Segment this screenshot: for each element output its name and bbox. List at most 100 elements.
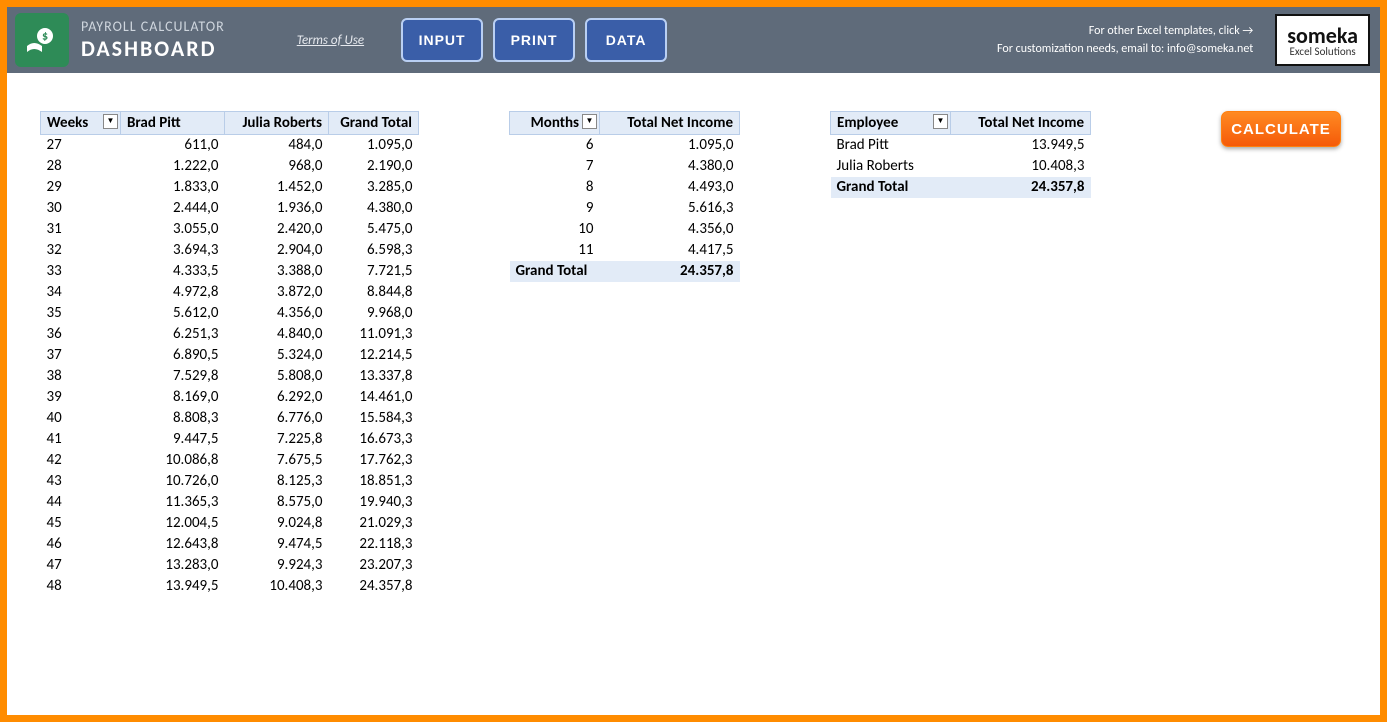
week-cell: 31 <box>41 219 121 240</box>
value-cell: 1.095,0 <box>600 135 740 156</box>
gt-cell: 7.721,5 <box>329 261 419 282</box>
months-header[interactable]: Months ▼ <box>510 112 600 135</box>
gt-cell: 18.851,3 <box>329 471 419 492</box>
weeks-header[interactable]: Weeks ▼ <box>41 112 121 135</box>
julia-cell: 3.388,0 <box>225 261 329 282</box>
header-bar: $ PAYROLL CALCULATOR DASHBOARD Terms of … <box>7 7 1380 73</box>
week-cell: 29 <box>41 177 121 198</box>
month-cell: 9 <box>510 198 600 219</box>
input-button[interactable]: INPUT <box>401 18 483 62</box>
month-cell: 11 <box>510 240 600 261</box>
weeks-table: Weeks ▼ Brad Pitt Julia Roberts Grand To… <box>40 111 419 597</box>
emp-tni-header[interactable]: Total Net Income <box>951 112 1091 135</box>
month-cell: 7 <box>510 156 600 177</box>
julia-cell: 2.904,0 <box>225 240 329 261</box>
weeks-header-label: Weeks <box>47 114 88 132</box>
table-row: 4310.726,08.125,318.851,3 <box>41 471 419 492</box>
week-cell: 41 <box>41 429 121 450</box>
print-button[interactable]: PRINT <box>493 18 575 62</box>
julia-cell: 8.575,0 <box>225 492 329 513</box>
julia-header[interactable]: Julia Roberts <box>225 112 329 135</box>
weeks-column: Weeks ▼ Brad Pitt Julia Roberts Grand To… <box>40 111 419 597</box>
app-subtitle: DASHBOARD <box>81 35 225 62</box>
table-row: 27611,0484,01.095,0 <box>41 135 419 156</box>
table-row: 4512.004,59.024,821.029,3 <box>41 513 419 534</box>
brad-cell: 11.365,3 <box>121 492 225 513</box>
brad-cell: 9.447,5 <box>121 429 225 450</box>
julia-cell: 2.420,0 <box>225 219 329 240</box>
gt-cell: 14.461,0 <box>329 387 419 408</box>
value-cell: 4.493,0 <box>600 177 740 198</box>
gt-cell: 24.357,8 <box>329 576 419 597</box>
brad-cell: 4.972,8 <box>121 282 225 303</box>
table-row: 291.833,01.452,03.285,0 <box>41 177 419 198</box>
promo-text: For other Excel templates, click → For c… <box>997 22 1253 58</box>
brand-logo: someka Excel Solutions <box>1275 14 1370 66</box>
week-cell: 43 <box>41 471 121 492</box>
filter-icon[interactable]: ▼ <box>582 114 597 129</box>
terms-link[interactable]: Terms of Use <box>297 33 364 48</box>
total-value: 24.357,8 <box>600 261 740 282</box>
julia-cell: 3.872,0 <box>225 282 329 303</box>
week-cell: 44 <box>41 492 121 513</box>
week-cell: 45 <box>41 513 121 534</box>
week-cell: 38 <box>41 366 121 387</box>
value-cell: 4.417,5 <box>600 240 740 261</box>
table-row: Brad Pitt13.949,5 <box>831 135 1091 156</box>
table-row: 334.333,53.388,07.721,5 <box>41 261 419 282</box>
table-row: 302.444,01.936,04.380,0 <box>41 198 419 219</box>
brad-header[interactable]: Brad Pitt <box>121 112 225 135</box>
julia-cell: 7.675,5 <box>225 450 329 471</box>
table-row: 4612.643,89.474,522.118,3 <box>41 534 419 555</box>
week-cell: 27 <box>41 135 121 156</box>
julia-cell: 6.292,0 <box>225 387 329 408</box>
employee-table: Employee ▼ Total Net Income Brad Pitt13.… <box>830 111 1091 198</box>
julia-cell: 4.356,0 <box>225 303 329 324</box>
employee-column: Employee ▼ Total Net Income Brad Pitt13.… <box>830 111 1091 597</box>
grand-total-row: Grand Total24.357,8 <box>831 177 1091 198</box>
brad-cell: 10.726,0 <box>121 471 225 492</box>
filter-icon[interactable]: ▼ <box>103 114 118 129</box>
brad-cell: 6.251,3 <box>121 324 225 345</box>
gt-cell: 8.844,8 <box>329 282 419 303</box>
promo-line1: For other Excel templates, click → <box>997 22 1253 40</box>
brand-tagline: Excel Solutions <box>1290 45 1356 58</box>
table-row: 323.694,32.904,06.598,3 <box>41 240 419 261</box>
value-cell: 10.408,3 <box>951 156 1091 177</box>
brad-cell: 12.004,5 <box>121 513 225 534</box>
brad-cell: 2.444,0 <box>121 198 225 219</box>
gt-cell: 23.207,3 <box>329 555 419 576</box>
grandtotal-header[interactable]: Grand Total <box>329 112 419 135</box>
brad-cell: 10.086,8 <box>121 450 225 471</box>
brad-cell: 13.283,0 <box>121 555 225 576</box>
table-row: 61.095,0 <box>510 135 740 156</box>
grand-total-row: Grand Total24.357,8 <box>510 261 740 282</box>
value-cell: 13.949,5 <box>951 135 1091 156</box>
months-header-label: Months <box>531 114 579 132</box>
brad-cell: 13.949,5 <box>121 576 225 597</box>
employee-header[interactable]: Employee ▼ <box>831 112 951 135</box>
brad-cell: 1.833,0 <box>121 177 225 198</box>
brad-cell: 5.612,0 <box>121 303 225 324</box>
gt-cell: 19.940,3 <box>329 492 419 513</box>
filter-icon[interactable]: ▼ <box>933 114 948 129</box>
calculate-button[interactable]: CALCULATE <box>1221 111 1341 147</box>
svg-text:$: $ <box>42 30 48 44</box>
data-button[interactable]: DATA <box>585 18 667 62</box>
gt-cell: 1.095,0 <box>329 135 419 156</box>
value-cell: 5.616,3 <box>600 198 740 219</box>
julia-cell: 968,0 <box>225 156 329 177</box>
employee-cell: Julia Roberts <box>831 156 951 177</box>
employee-cell: Brad Pitt <box>831 135 951 156</box>
julia-cell: 4.840,0 <box>225 324 329 345</box>
title-block: PAYROLL CALCULATOR DASHBOARD <box>81 18 225 62</box>
julia-cell: 5.808,0 <box>225 366 329 387</box>
months-table: Months ▼ Total Net Income 61.095,074.380… <box>509 111 740 282</box>
table-row: 281.222,0968,02.190,0 <box>41 156 419 177</box>
table-row: 387.529,85.808,013.337,8 <box>41 366 419 387</box>
app-logo-icon: $ <box>15 13 69 67</box>
tni-header[interactable]: Total Net Income <box>600 112 740 135</box>
table-row: 419.447,57.225,816.673,3 <box>41 429 419 450</box>
week-cell: 30 <box>41 198 121 219</box>
gt-cell: 15.584,3 <box>329 408 419 429</box>
